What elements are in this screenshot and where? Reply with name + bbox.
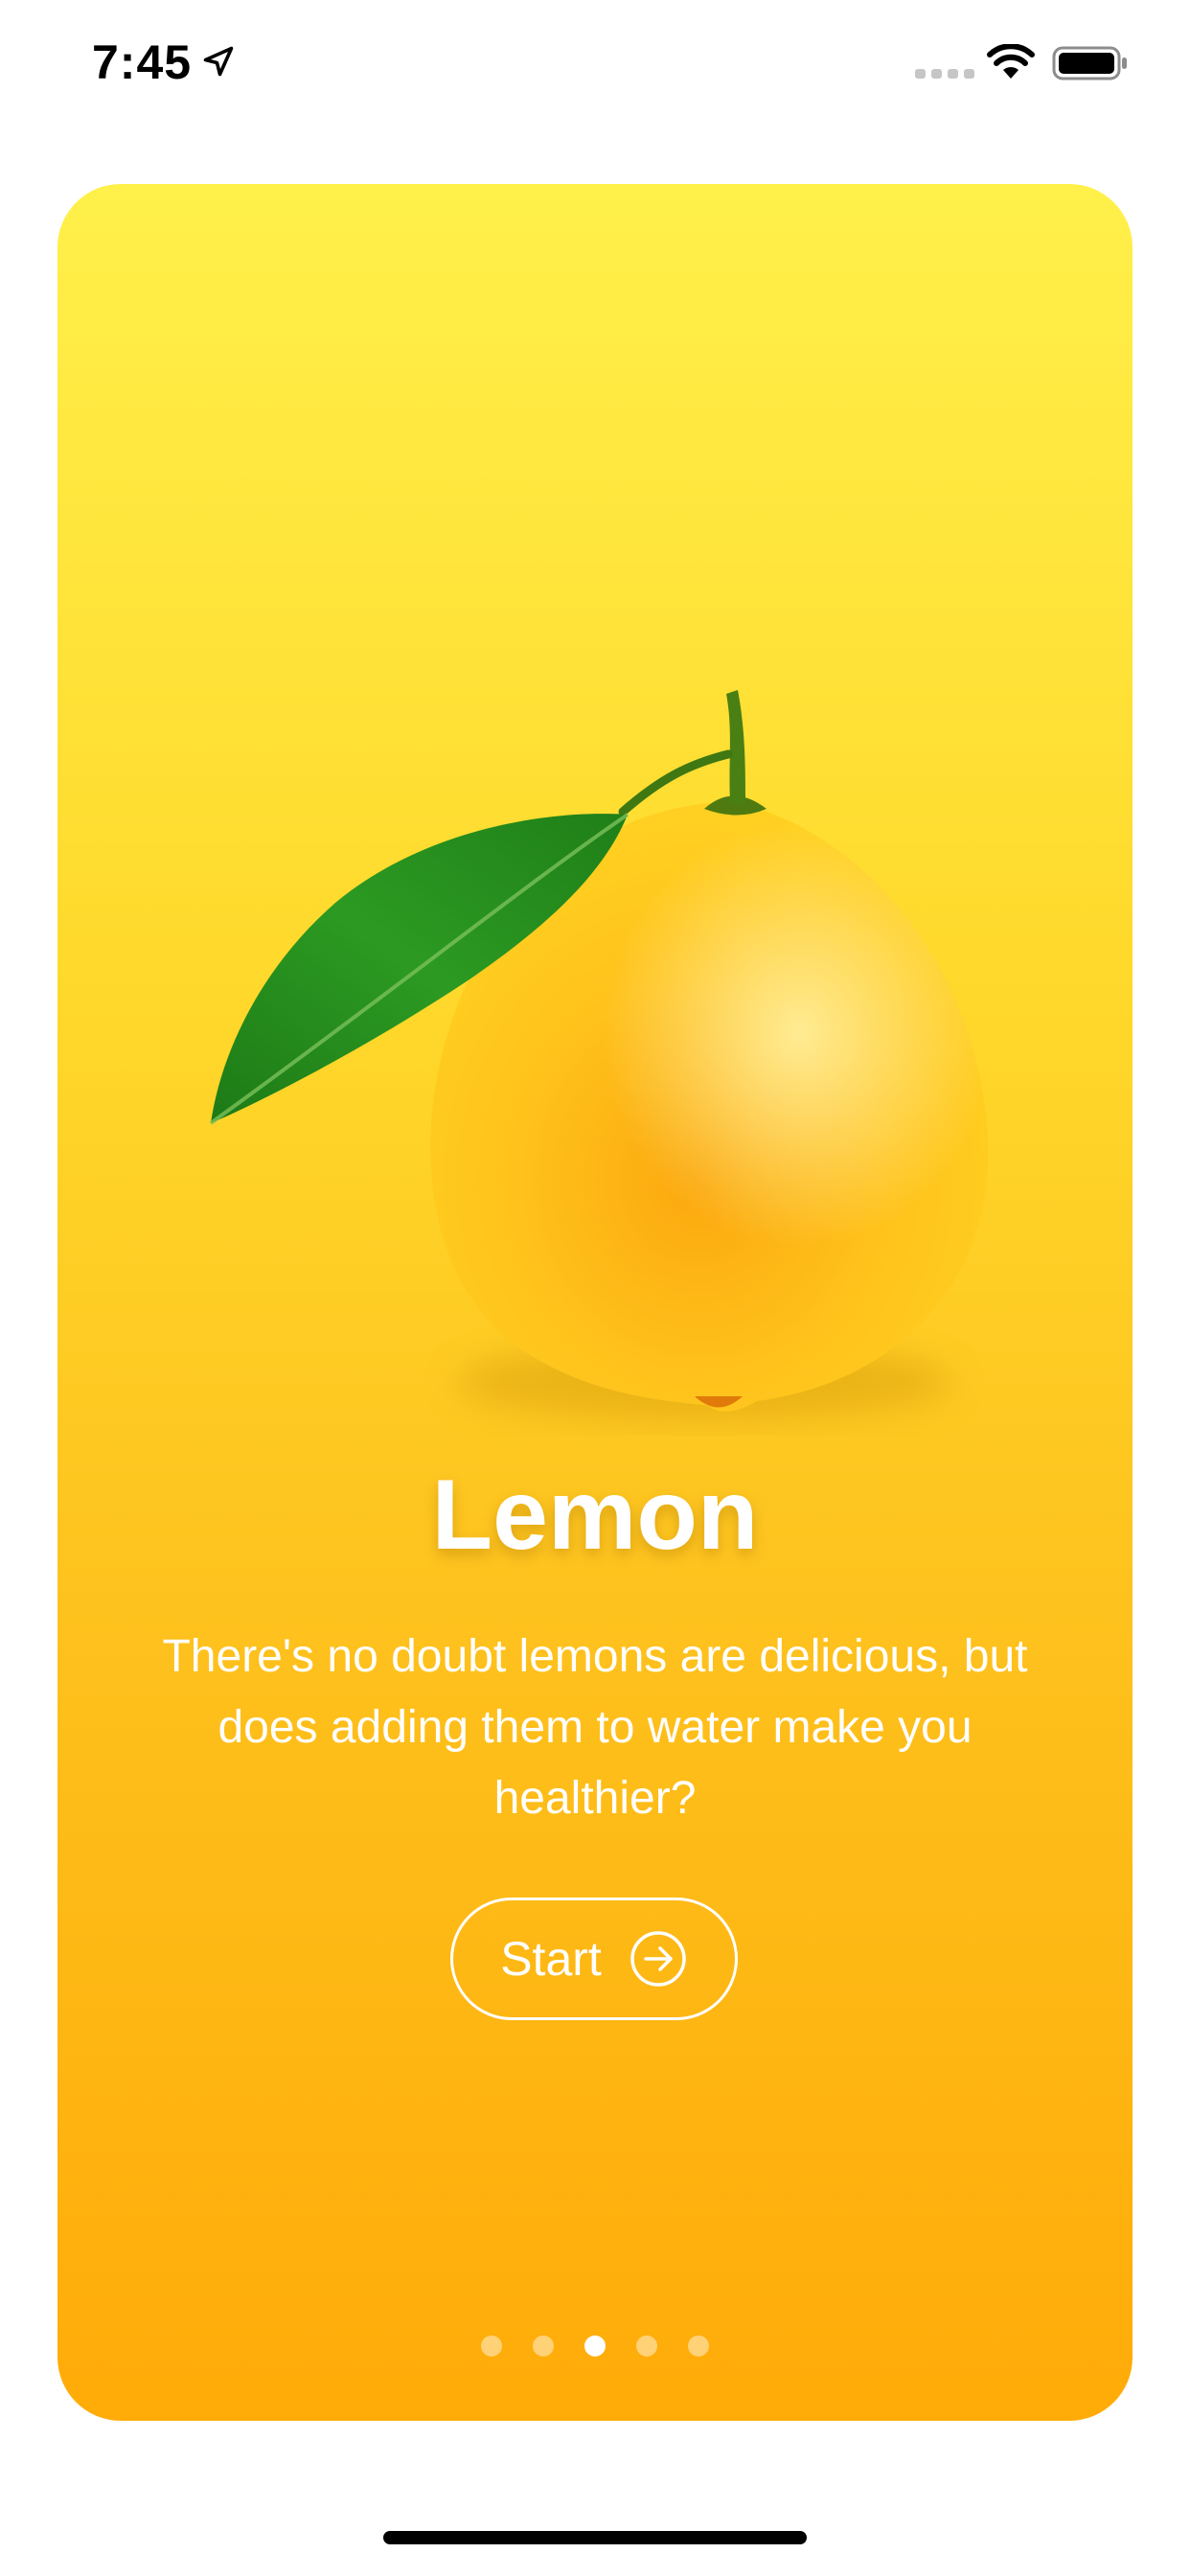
page-dot-1[interactable] [481, 2335, 502, 2357]
onboarding-screen: 7:45 Lemon There's no doubt lemons are d… [0, 0, 1190, 2576]
home-indicator[interactable] [383, 2531, 807, 2544]
start-button-label: Start [500, 1932, 602, 1986]
arrow-right-circle-icon [630, 1931, 686, 1987]
start-button[interactable]: Start [450, 1898, 738, 2020]
page-dot-2[interactable] [533, 2335, 554, 2357]
page-dot-3-active[interactable] [584, 2335, 606, 2357]
onboarding-card: Lemon There's no doubt lemons are delici… [57, 184, 1133, 2421]
page-dot-5[interactable] [688, 2335, 709, 2357]
lemon-image [209, 690, 989, 1420]
status-time: 7:45 [92, 35, 193, 89]
card-title: Lemon [431, 1460, 759, 1571]
location-arrow-icon [203, 46, 234, 77]
battery-icon [1052, 46, 1127, 80]
page-indicator [57, 2335, 1133, 2357]
cellular-signal-icon [915, 69, 974, 79]
wifi-icon [987, 44, 1035, 79]
card-description: There's no doubt lemons are delicious, b… [162, 1631, 1028, 1824]
page-dot-4[interactable] [636, 2335, 657, 2357]
status-bar: 7:45 [0, 0, 1190, 125]
